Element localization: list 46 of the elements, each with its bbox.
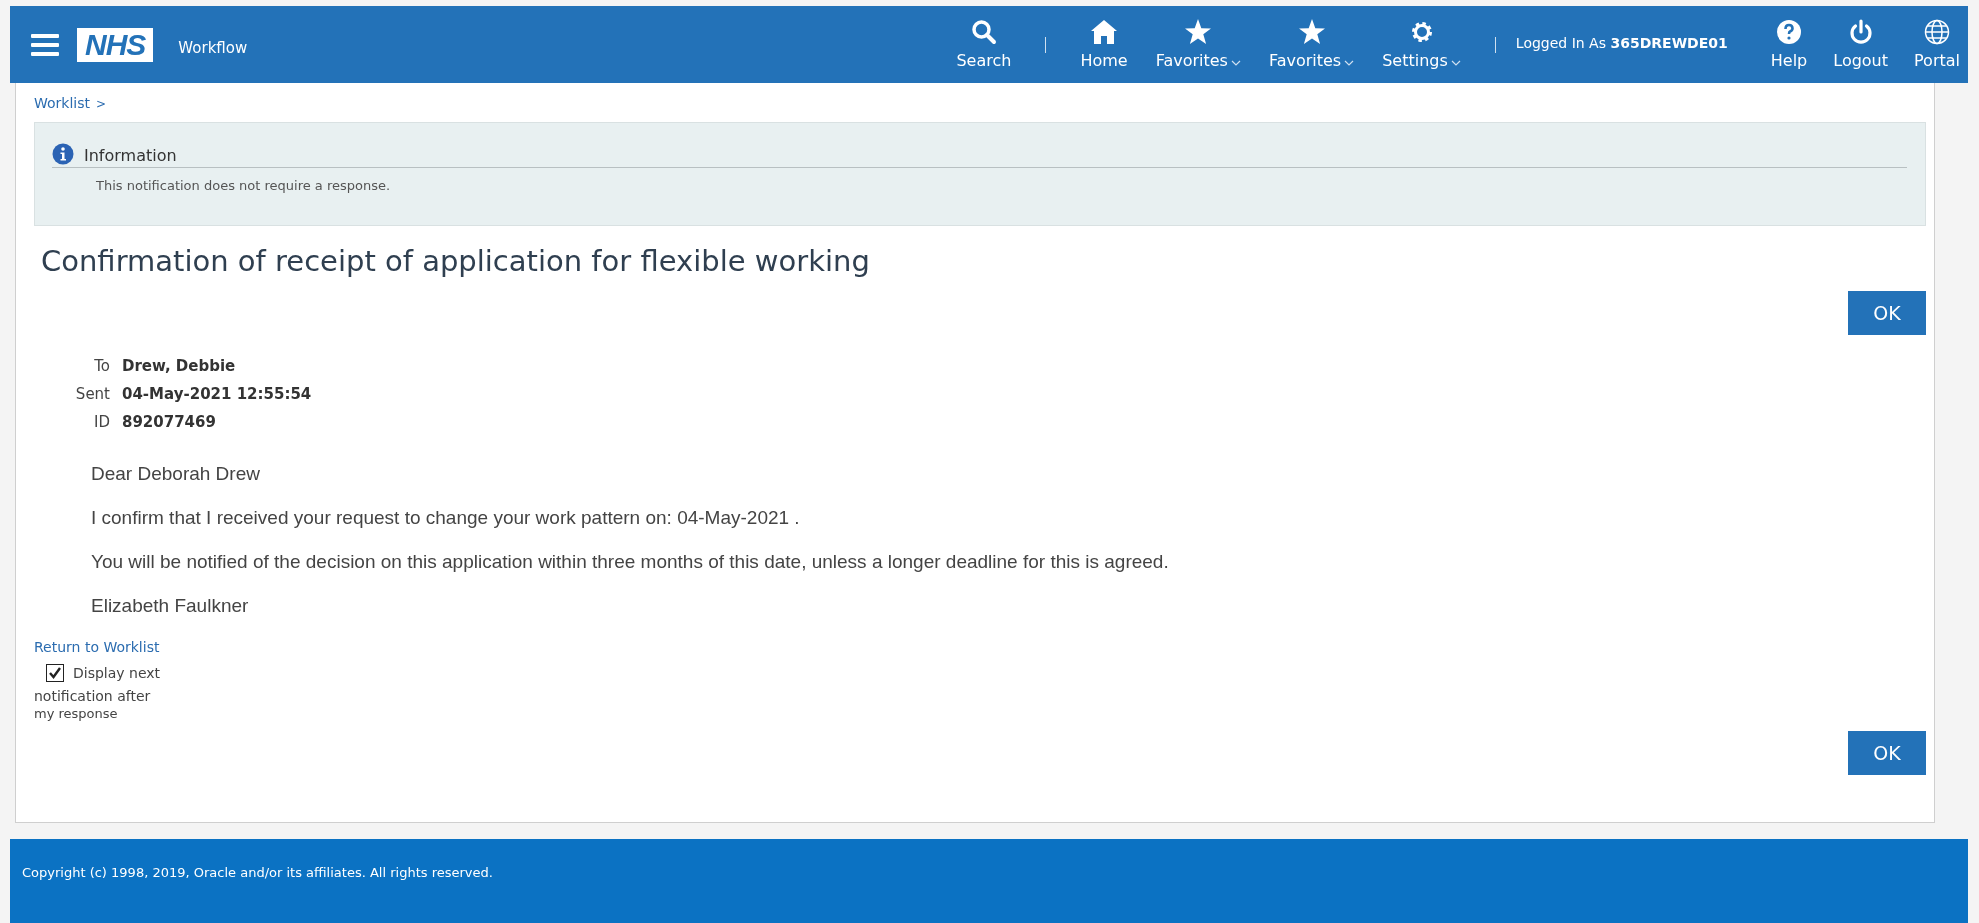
copyright-text: Copyright (c) 1998, 2019, Oracle and/or its affiliates. All rights reserved. (22, 865, 493, 880)
field-value: Drew, Debbie (122, 356, 237, 375)
nav-link[interactable]: Home (1066, 19, 1142, 70)
app-name: Workflow (178, 38, 248, 57)
ok-button[interactable]: OK (1848, 290, 1926, 335)
message-paragraph: You will be notified of the decision on this application within three months of this date, unless a longer deadline for this is agreed. (91, 550, 1170, 573)
power-icon (1847, 19, 1874, 45)
field-label: ID (93, 412, 110, 431)
return-link[interactable]: Return to Worklist (34, 638, 160, 655)
search-icon (970, 19, 997, 45)
page-title: Confirmation of receipt of application for flexible working (41, 244, 871, 279)
menu-icon[interactable] (31, 33, 59, 56)
help-icon (1776, 19, 1802, 45)
nav-link[interactable]: Favorites (1141, 19, 1255, 70)
field-label: To (93, 356, 110, 375)
info-title: Information (84, 146, 177, 165)
info-text: This notification does not require a response. (96, 178, 392, 193)
checkbox-label: notification after (34, 687, 152, 704)
nav-link[interactable]: Search (942, 19, 1026, 70)
caret-icon (1450, 59, 1461, 66)
breadcrumb-separator: > (96, 97, 107, 111)
field-value: 04-May-2021 12:55:54 (122, 384, 312, 403)
nav-link[interactable]: Settings (1368, 19, 1475, 70)
field-label: Sent (74, 384, 110, 403)
star-icon (1297, 19, 1326, 45)
caret-icon (1230, 59, 1241, 66)
info-icon (52, 143, 74, 165)
message-paragraph: Elizabeth Faulkner (91, 594, 250, 617)
header-action[interactable]: Portal (1901, 19, 1968, 70)
header-action[interactable]: Help (1757, 19, 1821, 70)
logo[interactable]: NHS (77, 27, 154, 62)
checkbox[interactable] (46, 663, 64, 682)
star-icon (1184, 19, 1213, 45)
field-value: 892077469 (122, 412, 217, 431)
message-paragraph: Dear Deborah Drew (91, 462, 261, 485)
checkbox-label: Display next (73, 664, 161, 681)
nav-link[interactable]: Favorites (1254, 19, 1369, 70)
header-action[interactable]: Logout (1820, 19, 1902, 70)
breadcrumb-link[interactable]: Worklist (34, 95, 90, 111)
caret-icon (1344, 59, 1355, 66)
globe-icon (1924, 19, 1950, 45)
user-info: Logged In As 365DREWDE01 (1515, 34, 1728, 51)
home-icon (1090, 19, 1118, 45)
message-paragraph: I confirm that I received your request to change your work pattern on: 04-May-2021 . (91, 506, 801, 529)
ok-button[interactable]: OK (1848, 730, 1926, 775)
checkbox-label: my response (34, 705, 119, 721)
